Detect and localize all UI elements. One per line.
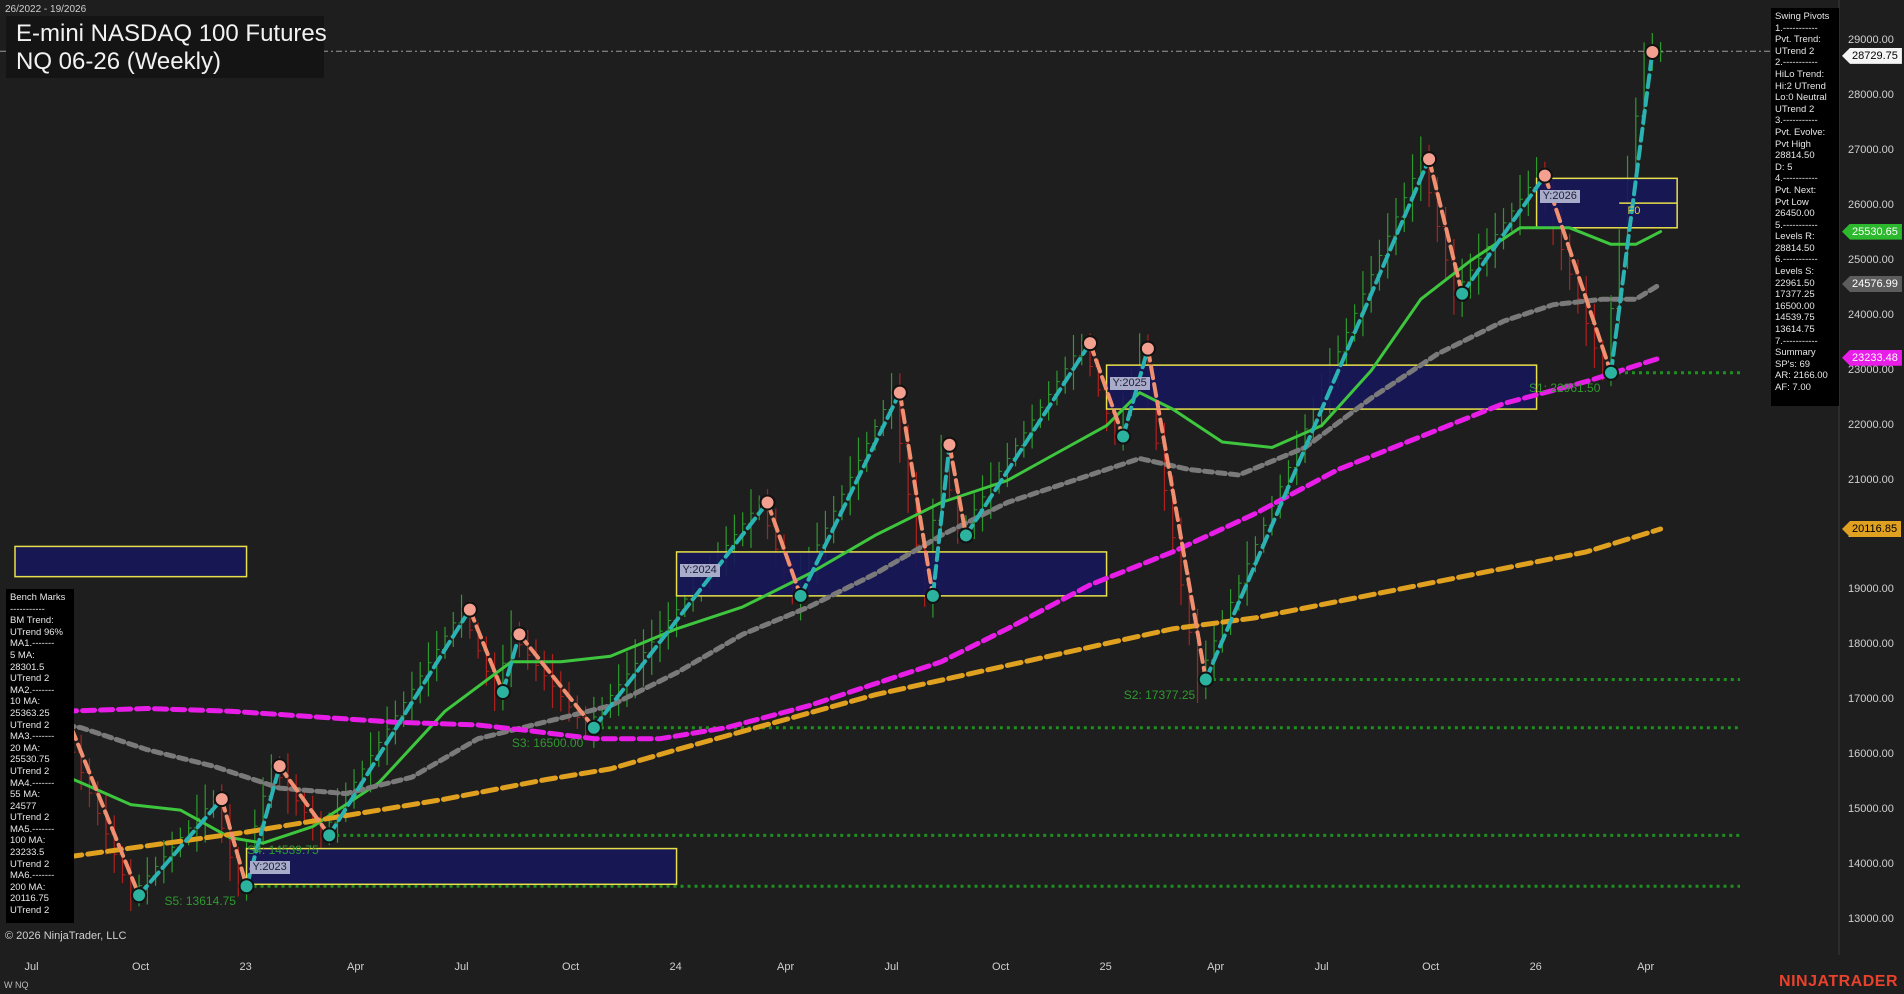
x-tick-label: Jul <box>1314 961 1329 973</box>
year-box <box>675 551 1108 597</box>
pivot-high-marker <box>213 791 230 808</box>
pivot-low-marker <box>957 527 974 544</box>
pivot-low-marker <box>1197 671 1214 688</box>
y-tick-label: 17000.00 <box>1848 693 1894 706</box>
year-box-label: Y:2023 <box>249 860 290 874</box>
x-tick-label: Oct <box>132 961 150 973</box>
support-label: S1: 22961.50 <box>1528 380 1601 395</box>
x-tick-label: Jul <box>454 961 469 973</box>
year-box <box>14 545 248 578</box>
support-label: S2: 17377.25 <box>1123 687 1196 702</box>
pivot-high-marker <box>1644 43 1661 60</box>
pivot-low-marker <box>238 878 255 895</box>
x-tick-label: Oct <box>992 961 1010 973</box>
pivot-low-marker <box>1602 364 1619 381</box>
pivot-low-marker <box>321 827 338 844</box>
price-tag: 23233.48 <box>1842 349 1902 366</box>
y-tick-label: 27000.00 <box>1848 143 1894 156</box>
support-label: S5: 13614.75 <box>164 894 236 909</box>
x-tick-label: Apr <box>1207 961 1225 973</box>
y-tick-label: 15000.00 <box>1848 803 1894 816</box>
x-tick-label: Apr <box>1637 961 1655 973</box>
pivot-high-marker <box>759 494 776 511</box>
y-tick-label: 25000.00 <box>1848 253 1894 266</box>
x-tick-label: 24 <box>669 961 682 973</box>
price-tag: 28729.75 <box>1842 47 1902 64</box>
x-tick-label: Oct <box>562 961 580 973</box>
pivot-high-marker <box>461 601 478 618</box>
y-tick-label: 21000.00 <box>1848 473 1894 486</box>
x-tick-label: Jul <box>24 961 39 973</box>
pivot-high-marker <box>271 758 288 775</box>
y-tick-label: 16000.00 <box>1848 748 1894 761</box>
y-tick-label: 24000.00 <box>1848 308 1894 321</box>
bench-marks-panel: Bench Marks ----------- BM Trend: UTrend… <box>6 589 74 923</box>
year-box <box>1105 364 1538 410</box>
swing-pivots-panel: Swing Pivots 1.----------- Pvt. Trend: U… <box>1771 8 1839 406</box>
price-tag: 24576.99 <box>1842 275 1902 292</box>
pivot-high-marker <box>511 626 528 643</box>
pivot-low-marker <box>585 719 602 736</box>
x-tick-label: Apr <box>777 961 795 973</box>
date-range: 26/2022 - 19/2026 <box>5 4 87 15</box>
instrument-tag: W NQ <box>4 980 29 990</box>
y-tick-label: 14000.00 <box>1848 858 1894 871</box>
x-tick-label: 23 <box>239 961 252 973</box>
y-tick-label: 28000.00 <box>1848 88 1894 101</box>
x-tick-label: 26 <box>1529 961 1542 973</box>
y-tick-label: 18000.00 <box>1848 638 1894 651</box>
x-tick-label: Apr <box>347 961 365 973</box>
year-box-label: Y:2024 <box>679 563 720 577</box>
pivot-high-marker <box>1139 340 1156 357</box>
pivot-low-marker <box>1115 428 1132 445</box>
pivot-low-marker <box>494 684 511 701</box>
x-tick-label: Jul <box>884 961 899 973</box>
year-box-label: Y:2026 <box>1539 190 1580 204</box>
pivot-high-marker <box>941 436 958 453</box>
x-tick-label: 25 <box>1099 961 1112 973</box>
y-tick-label: 19000.00 <box>1848 583 1894 596</box>
brand-logo: NINJATRADER <box>1779 973 1898 990</box>
f0-label: F0 <box>1627 205 1641 218</box>
copyright: © 2026 NinjaTrader, LLC <box>5 930 127 942</box>
pivot-low-marker <box>1454 285 1471 302</box>
chart-subtitle: NQ 06-26 (Weekly) <box>16 48 221 75</box>
price-tag: 20116.85 <box>1842 521 1902 538</box>
pivot-high-marker <box>1536 167 1553 184</box>
y-tick-label: 13000.00 <box>1848 913 1894 925</box>
price-tag: 25530.65 <box>1842 223 1902 240</box>
title-panel: E-mini NASDAQ 100 Futures NQ 06-26 (Week… <box>6 16 327 78</box>
pivot-high-marker <box>1082 335 1099 352</box>
y-tick-label: 29000.00 <box>1848 34 1894 46</box>
pivot-low-marker <box>131 887 148 904</box>
pivot-low-marker <box>924 587 941 604</box>
y-tick-label: 26000.00 <box>1848 198 1894 211</box>
pivot-high-marker <box>1421 151 1438 168</box>
support-label: S4: 14539.75 <box>247 843 319 858</box>
pivot-low-marker <box>792 587 809 604</box>
support-label: S3: 16500.00 <box>511 735 584 750</box>
chart-title: E-mini NASDAQ 100 Futures <box>16 20 327 47</box>
year-box-label: Y:2025 <box>1109 377 1150 391</box>
y-tick-label: 22000.00 <box>1848 418 1894 431</box>
pivot-high-marker <box>891 384 908 401</box>
x-tick-label: Oct <box>1422 961 1440 973</box>
